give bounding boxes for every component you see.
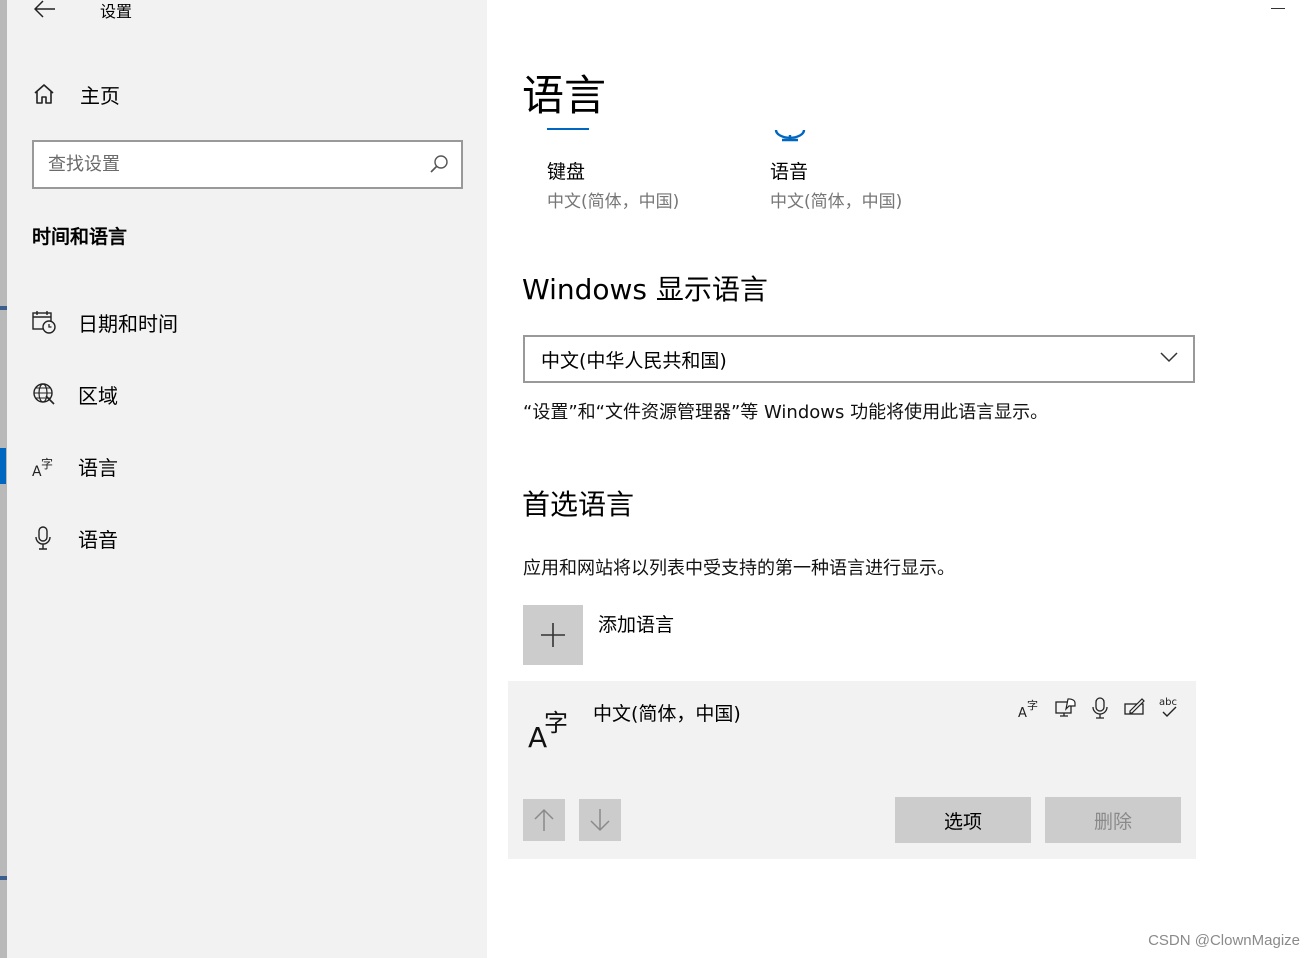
back-button[interactable] [27,0,63,24]
sidebar-item-home[interactable]: 主页 [7,70,487,118]
sidebar-item-speech[interactable]: 语音 [7,512,487,564]
sidebar-item-label: 语音 [78,528,118,552]
arrow-up-icon [534,808,554,831]
display-language-heading: Windows 显示语言 [522,273,768,306]
home-icon [34,84,54,104]
sidebar-item-label: 区域 [78,384,118,408]
back-arrow-icon [34,0,55,18]
spell-check-icon: abc [1158,695,1182,721]
chevron-down-icon [1160,352,1178,363]
svg-text:字: 字 [544,709,568,737]
keyboard-icon [547,128,589,130]
minimize-button[interactable] [1271,0,1287,12]
search-icon[interactable] [429,154,449,174]
search-input[interactable] [48,150,408,178]
language-icon: A字 [528,709,568,753]
speech-icon [774,129,806,142]
window-title: 设置 [100,2,133,21]
options-button[interactable]: 选项 [895,797,1031,843]
move-down-button[interactable] [579,799,621,841]
preferred-languages-description: 应用和网站将以列表中受支持的第一种语言进行显示。 [523,558,955,579]
sidebar-item-label: 日期和时间 [78,312,178,336]
display-language-select[interactable]: 中文(中华人民共和国) [523,335,1195,383]
preferred-languages-heading: 首选语言 [522,488,635,521]
sidebar-item-label: 语言 [78,456,118,480]
display-language-value: 中文(中华人民共和国) [541,350,727,372]
language-list-item[interactable]: A字 中文(简体，中国) A字 abc 选项 删除 [508,681,1196,859]
edge-mark [0,876,7,880]
language-name: 中文(简体，中国) [593,703,741,725]
spell-check-label: abc [1159,697,1177,708]
sidebar: 设置 主页 时间和语言 日期和时间 区域 A字 语言 语音 [0,0,487,958]
remove-button[interactable]: 删除 [1045,797,1181,843]
section-heading: 时间和语言 [32,226,128,248]
sidebar-item-region[interactable]: 区域 [7,368,487,420]
tile-sublabel: 中文(简体，中国) [770,192,903,212]
globe-region-icon [33,383,55,405]
add-language-button[interactable]: 添加语言 [523,605,823,667]
sidebar-item-label: 主页 [80,83,120,108]
svg-text:字: 字 [41,456,53,471]
add-language-label: 添加语言 [598,614,675,636]
calendar-clock-icon [32,311,56,334]
main-content: 语言 键盘 中文(简体，中国) 语音 中文(简体，中国) Windows 显示语… [487,0,1315,958]
speech-tile[interactable]: 语音 中文(简体，中国) [770,110,970,220]
watermark: CSDN @ClownMagize [1148,932,1300,949]
display-language-description: “设置”和“文件资源管理器”等 Windows 功能将使用此语言显示。 [523,402,1049,423]
handwriting-icon [1123,695,1147,721]
tile-label: 语音 [770,161,809,183]
tile-sublabel: 中文(简体，中国) [547,192,680,212]
edge-mark [0,306,7,310]
arrow-down-icon [590,809,610,832]
svg-text:A: A [1018,706,1027,720]
tile-label: 键盘 [547,161,586,183]
text-to-speech-icon [1053,695,1077,721]
speech-recognition-icon [1088,695,1112,721]
keyboard-tile[interactable]: 键盘 中文(简体，中国) [547,110,747,220]
sidebar-item-language[interactable]: A字 语言 [0,440,487,492]
sidebar-item-date-time[interactable]: 日期和时间 [7,296,487,348]
display-language-icon: A字 [1018,695,1042,721]
search-box[interactable] [32,140,463,189]
language-icon: A字 [32,456,53,479]
move-up-button[interactable] [523,799,565,841]
svg-text:字: 字 [1027,698,1038,712]
language-feature-icons: A字 abc [1018,695,1182,721]
microphone-icon [35,526,51,550]
plus-icon [523,605,583,665]
